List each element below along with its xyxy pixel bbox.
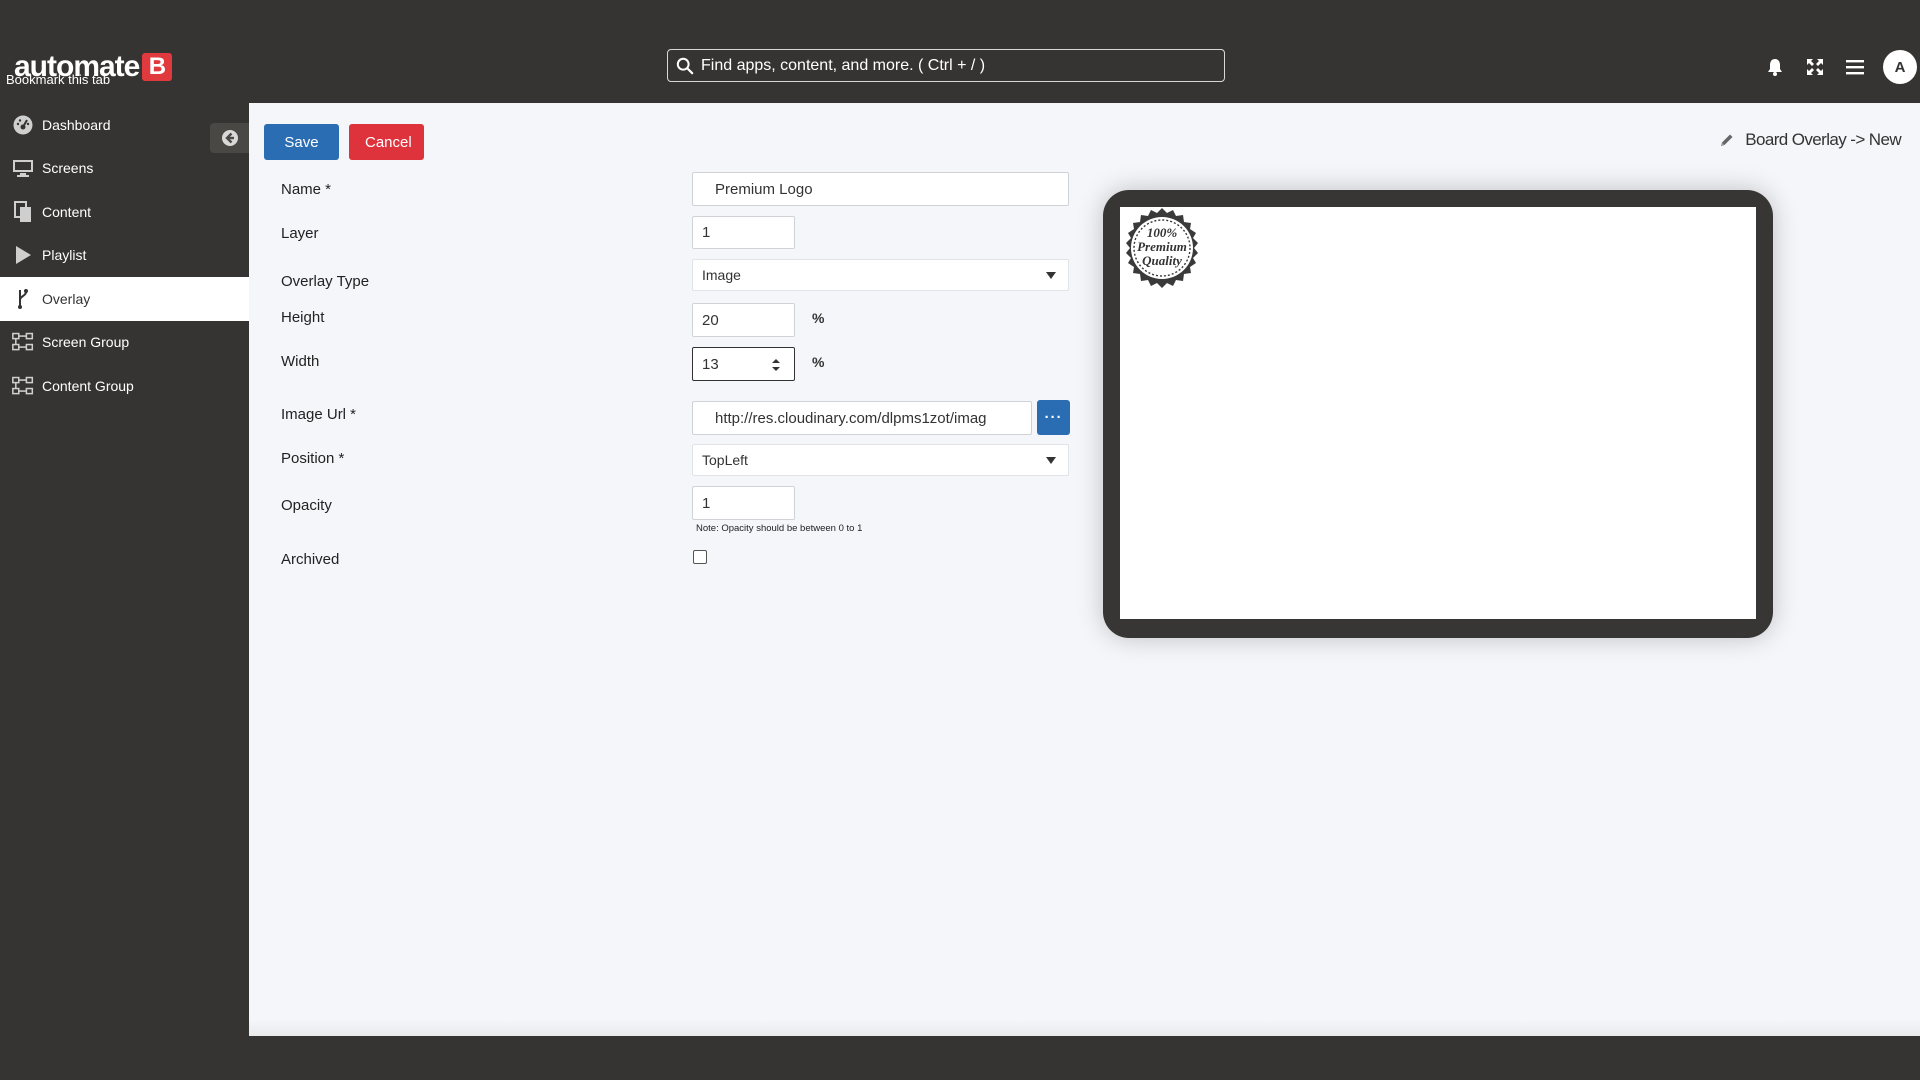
badge-line-3: Quality: [1142, 253, 1182, 268]
main-footer-shadow: [249, 1020, 1920, 1036]
position-label: Position *: [281, 450, 345, 467]
main-content: Save Cancel Board Overlay -> New Name * …: [249, 103, 1920, 1036]
height-input[interactable]: [692, 303, 795, 337]
sidebar-item-screens[interactable]: Screens: [0, 147, 249, 191]
position-value: TopLeft: [702, 452, 748, 468]
layer-input[interactable]: [692, 216, 795, 249]
pencil-icon: [1721, 134, 1733, 146]
opacity-input[interactable]: [692, 486, 795, 520]
sidebar-collapse-button[interactable]: [210, 123, 249, 153]
save-button[interactable]: Save: [264, 124, 339, 160]
image-url-label: Image Url *: [281, 406, 357, 423]
archived-checkbox[interactable]: [693, 550, 707, 564]
bookmark-tab-label[interactable]: Bookmark this tab: [6, 72, 110, 87]
position-select[interactable]: TopLeft: [692, 444, 1069, 476]
caret-down-icon: [1046, 457, 1056, 464]
dashboard-icon: [12, 114, 34, 136]
logo-mark: B: [142, 53, 173, 81]
opacity-label: Opacity: [281, 497, 332, 514]
expand-icon[interactable]: [1803, 55, 1827, 79]
overlay-icon: [12, 288, 34, 310]
sidebar-item-screen-group[interactable]: Screen Group: [0, 321, 249, 365]
badge-line-1: 100%: [1147, 225, 1178, 240]
top-bar: automate B Bookmark this tab Find apps, …: [0, 0, 1920, 103]
premium-quality-badge: 100% Premium Quality: [1126, 208, 1198, 288]
cancel-button[interactable]: Cancel: [349, 124, 424, 160]
overlay-type-select[interactable]: Image: [692, 259, 1069, 291]
height-unit: %: [812, 310, 825, 326]
height-label: Height: [281, 309, 325, 326]
sidebar-item-content-group[interactable]: Content Group: [0, 364, 249, 408]
layer-label: Layer: [281, 225, 319, 242]
name-input[interactable]: [692, 172, 1069, 206]
sidebar-item-label: Dashboard: [42, 116, 111, 133]
name-label: Name *: [281, 181, 332, 198]
width-unit: %: [812, 354, 825, 370]
archived-label: Archived: [281, 551, 340, 568]
number-stepper-icon[interactable]: [770, 355, 782, 375]
sidebar-item-playlist[interactable]: Playlist: [0, 234, 249, 278]
sidebar: Dashboard Screens Content Playlist Overl…: [0, 103, 249, 1036]
global-search[interactable]: [667, 49, 1225, 82]
sidebar-item-label: Content Group: [42, 377, 134, 394]
preview-device-frame: 100% Premium Quality: [1103, 190, 1773, 638]
width-label: Width: [281, 353, 320, 370]
arrow-left-circle-icon: [221, 130, 238, 146]
sidebar-item-label: Content: [42, 203, 92, 220]
breadcrumb-text: Board Overlay -> New: [1745, 130, 1901, 149]
sidebar-item-overlay[interactable]: Overlay: [0, 277, 249, 321]
hamburger-icon[interactable]: [1843, 55, 1867, 79]
sidebar-item-label: Screens: [42, 160, 94, 177]
image-url-input[interactable]: [692, 401, 1032, 435]
monitor-icon: [12, 157, 34, 179]
screen-group-icon: [12, 331, 34, 353]
sidebar-item-label: Screen Group: [42, 334, 130, 351]
breadcrumb: Board Overlay -> New: [1719, 130, 1902, 150]
caret-down-icon: [1046, 272, 1056, 279]
overlay-type-label: Overlay Type: [281, 273, 370, 290]
top-bar-actions: A: [1763, 50, 1920, 84]
sidebar-item-label: Playlist: [42, 247, 87, 264]
overlay-type-value: Image: [702, 267, 741, 283]
search-input[interactable]: [701, 56, 1221, 75]
content-group-icon: [12, 375, 34, 397]
badge-line-2: Premium: [1137, 239, 1187, 254]
preview-screen: 100% Premium Quality: [1120, 207, 1756, 619]
bell-icon[interactable]: [1763, 55, 1787, 79]
sidebar-item-label: Overlay: [42, 290, 91, 307]
sidebar-item-content[interactable]: Content: [0, 190, 249, 234]
user-avatar[interactable]: A: [1883, 50, 1917, 84]
opacity-note: Note: Opacity should be between 0 to 1: [696, 523, 863, 534]
image-url-browse-button[interactable]: ···: [1037, 400, 1070, 435]
content-icon: [12, 200, 34, 223]
play-icon: [12, 244, 34, 266]
search-icon: [676, 57, 694, 74]
